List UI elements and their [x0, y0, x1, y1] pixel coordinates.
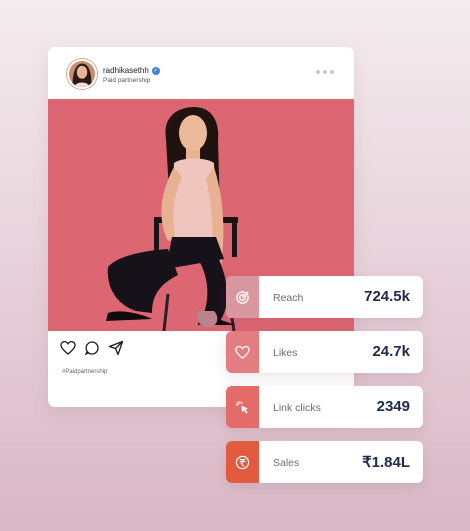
- metric-value: 2349: [376, 398, 410, 415]
- metric-icon-tile: [226, 276, 259, 318]
- metric-label: Link clicks: [273, 402, 321, 414]
- metric-card-sales: Sales ₹1.84L: [226, 441, 423, 483]
- post-actions: [60, 339, 124, 357]
- metric-label: Likes: [273, 347, 298, 359]
- metric-label: Reach: [273, 292, 304, 304]
- click-icon: [235, 400, 249, 414]
- heart-icon[interactable]: [60, 340, 76, 356]
- username-row[interactable]: radhikasethh ✓: [103, 66, 160, 75]
- metric-value: 724.5k: [364, 288, 410, 305]
- username[interactable]: radhikasethh: [103, 66, 149, 75]
- metric-card-link-clicks: Link clicks 2349: [226, 386, 423, 428]
- metric-icon-tile: [226, 441, 259, 483]
- metric-card-likes: Likes 24.7k: [226, 331, 423, 373]
- metric-value: ₹1.84L: [362, 454, 410, 471]
- heart-icon: [235, 345, 250, 359]
- target-icon: [236, 290, 249, 304]
- comment-icon[interactable]: [84, 340, 100, 356]
- hashtag-text[interactable]: #Paidpartnership: [62, 369, 107, 375]
- metric-icon-tile: [226, 386, 259, 428]
- post-header: radhikasethh ✓ Paid partnership: [48, 47, 354, 99]
- metric-icon-tile: [226, 331, 259, 373]
- verified-badge-icon: ✓: [151, 66, 160, 75]
- metric-value: 24.7k: [372, 343, 410, 360]
- metric-card-reach: Reach 724.5k: [226, 276, 423, 318]
- share-icon[interactable]: [108, 340, 124, 356]
- paid-partnership-label: Paid partnership: [103, 77, 151, 84]
- more-options-icon[interactable]: [316, 69, 334, 75]
- rupee-icon: [235, 455, 250, 469]
- metric-label: Sales: [273, 457, 300, 469]
- avatar[interactable]: [67, 59, 97, 89]
